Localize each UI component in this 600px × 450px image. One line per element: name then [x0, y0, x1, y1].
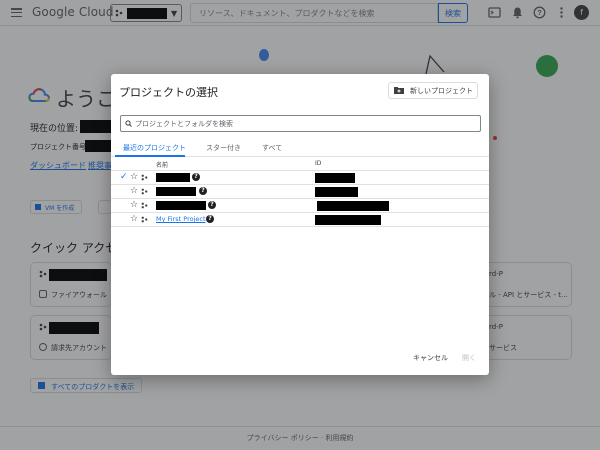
project-name-link[interactable]: My First Project [156, 215, 206, 223]
redacted-project-name[interactable] [156, 201, 206, 210]
tab-bar: 最近のプロジェクト スター付き すべて [111, 141, 489, 157]
new-project-label: 新しいプロジェクト [410, 87, 473, 95]
cancel-button[interactable]: キャンセル [413, 353, 448, 363]
new-folder-icon [394, 87, 404, 94]
help-icon[interactable]: ? [199, 187, 207, 195]
search-icon [125, 120, 132, 127]
project-search-input[interactable]: プロジェクトとフォルダを検索 [120, 115, 481, 132]
column-header-id: ID [315, 160, 322, 167]
star-outline-icon[interactable]: ☆ [130, 172, 138, 182]
project-select-dialog: プロジェクトの選択 新しいプロジェクト プロジェクトとフォルダを検索 最近のプロ… [111, 74, 489, 375]
project-dots-icon [141, 174, 148, 181]
redacted-project-id [315, 173, 355, 183]
active-tab-indicator [115, 155, 185, 157]
redacted-project-id [315, 215, 381, 225]
redacted-project-id [317, 201, 389, 211]
star-outline-icon[interactable]: ☆ [130, 214, 138, 224]
project-dots-icon [141, 188, 148, 195]
column-header-name: 名前 [156, 162, 169, 169]
redacted-project-id [315, 187, 358, 197]
dialog-title: プロジェクトの選択 [119, 86, 218, 99]
tab-starred[interactable]: スター付き [206, 143, 241, 153]
tab-all[interactable]: すべて [262, 143, 282, 153]
table-row[interactable]: ✓ ☆ ? [111, 171, 489, 185]
table-row[interactable]: ☆ ? [111, 185, 489, 199]
help-icon[interactable]: ? [208, 201, 216, 209]
redacted-project-name[interactable] [156, 187, 196, 196]
help-icon[interactable]: ? [206, 215, 214, 223]
star-outline-icon[interactable]: ☆ [130, 186, 138, 196]
star-outline-icon[interactable]: ☆ [130, 200, 138, 210]
help-icon[interactable]: ? [192, 173, 200, 181]
table-row[interactable]: ☆ My First Project ? [111, 213, 489, 227]
search-placeholder: プロジェクトとフォルダを検索 [135, 120, 233, 128]
checkmark-icon: ✓ [120, 172, 128, 182]
new-project-button[interactable]: 新しいプロジェクト [388, 82, 478, 99]
project-dots-icon [141, 202, 148, 209]
open-button[interactable]: 開く [462, 353, 476, 363]
table-row[interactable]: ☆ ? [111, 199, 489, 213]
redacted-project-name[interactable] [156, 173, 190, 182]
project-dots-icon [141, 216, 148, 223]
tab-recent[interactable]: 最近のプロジェクト [123, 143, 186, 153]
